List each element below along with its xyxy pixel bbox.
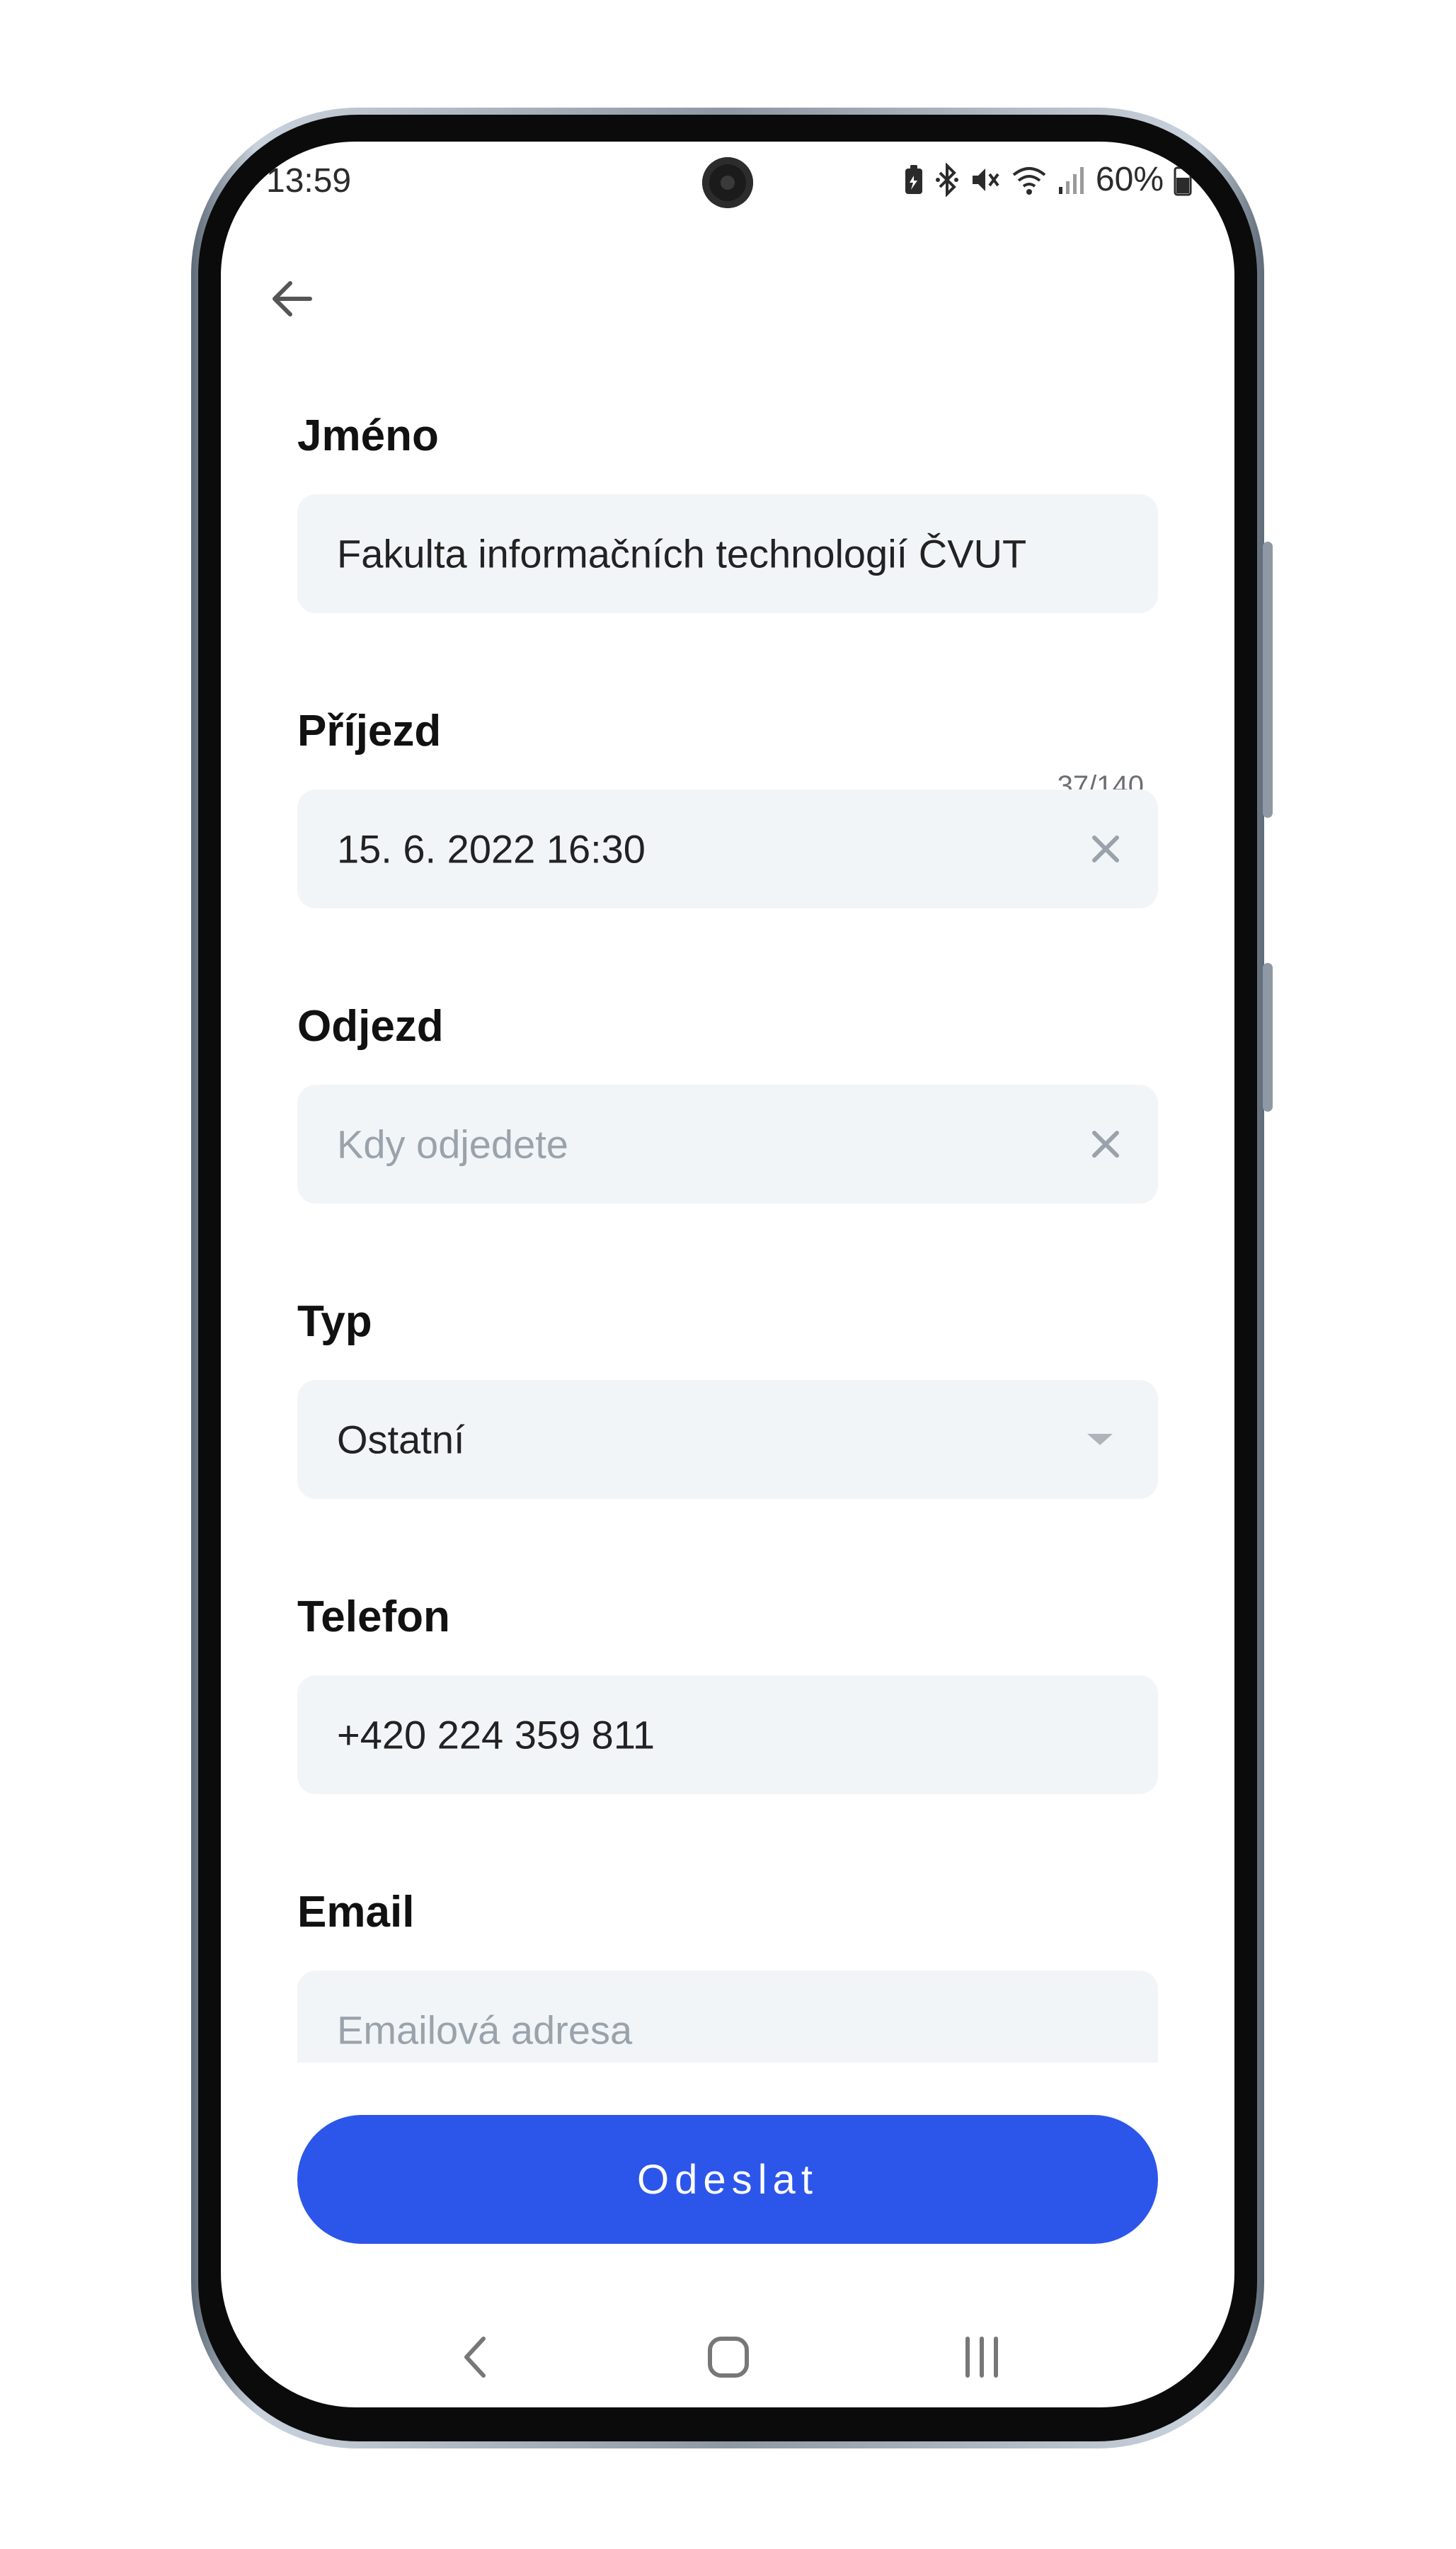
arrival-value: 15. 6. 2022 16:30 xyxy=(337,826,646,872)
nav-recents-button[interactable] xyxy=(943,2318,1021,2396)
clear-icon[interactable] xyxy=(1090,1129,1121,1160)
departure-label: Odjezd xyxy=(297,1002,444,1051)
name-value: Fakulta informačních technologií ČVUT xyxy=(337,531,1027,576)
battery-icon xyxy=(1174,164,1192,195)
back-arrow-icon xyxy=(273,281,312,317)
power-button xyxy=(1263,963,1273,1112)
name-label: Jméno xyxy=(297,411,439,460)
signal-icon xyxy=(1058,166,1084,194)
nav-home-button[interactable] xyxy=(689,2318,767,2396)
app-screen: 13:59 60% Jméno Fakulta informačních tec… xyxy=(221,142,1234,2407)
type-select[interactable]: Ostatní xyxy=(297,1380,1158,1499)
battery-percent: 60% xyxy=(1095,161,1164,198)
email-label: Email xyxy=(297,1888,415,1937)
type-value: Ostatní xyxy=(337,1417,465,1462)
departure-input[interactable]: Kdy odjedete xyxy=(297,1085,1158,1204)
phone-value: +420 224 359 811 xyxy=(337,1712,655,1757)
submit-button[interactable]: Odeslat xyxy=(297,2115,1158,2244)
nav-back-icon xyxy=(464,2337,486,2378)
dropdown-arrow-icon xyxy=(1087,1434,1113,1445)
wifi-icon xyxy=(1012,166,1046,195)
mute-icon xyxy=(972,168,999,191)
status-icons: 60% xyxy=(903,160,1192,199)
status-time: 13:59 xyxy=(266,162,352,200)
nav-home-icon xyxy=(708,2337,749,2378)
nav-back-button[interactable] xyxy=(436,2318,514,2396)
front-camera xyxy=(702,157,753,208)
battery-saver-icon xyxy=(905,164,922,194)
arrival-input[interactable]: 15. 6. 2022 16:30 xyxy=(297,789,1158,908)
phone-input[interactable]: +420 224 359 811 xyxy=(297,1675,1158,1794)
clear-icon[interactable] xyxy=(1090,833,1121,865)
nav-recents-icon xyxy=(965,2337,998,2378)
arrival-label: Příjezd xyxy=(297,707,442,755)
email-input[interactable]: Emailová adresa xyxy=(297,1971,1158,2063)
name-input[interactable]: Fakulta informačních technologií ČVUT xyxy=(297,494,1158,613)
back-button[interactable] xyxy=(262,269,321,329)
departure-placeholder: Kdy odjedete xyxy=(337,1122,568,1167)
email-placeholder: Emailová adresa xyxy=(337,2007,633,2053)
volume-button xyxy=(1263,542,1273,818)
type-label: Typ xyxy=(297,1297,372,1346)
phone-label: Telefon xyxy=(297,1592,450,1641)
bluetooth-icon xyxy=(935,162,958,197)
